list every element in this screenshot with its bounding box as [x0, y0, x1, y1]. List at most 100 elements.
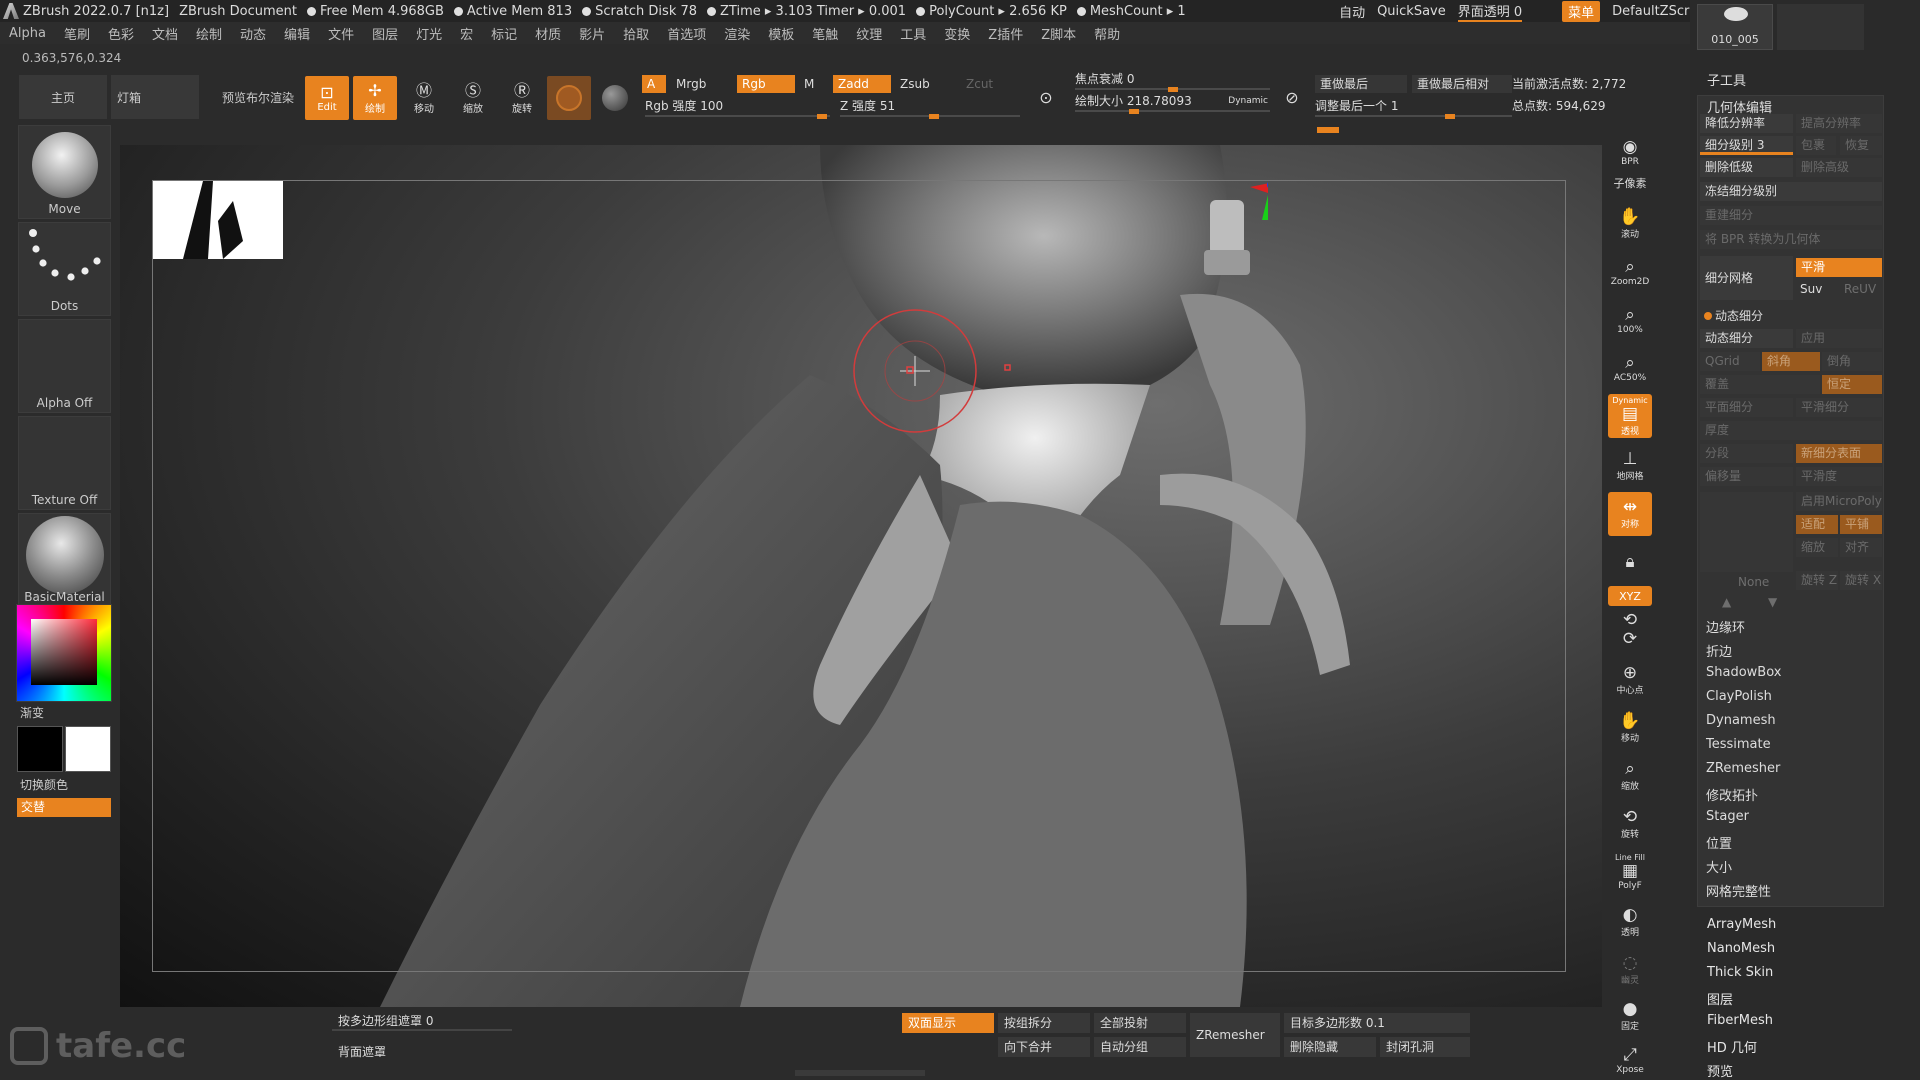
chamfer-toggle[interactable]: 倒角: [1822, 352, 1882, 371]
subpixel-button[interactable]: 子像素: [1608, 172, 1652, 194]
menu-macro[interactable]: 宏: [451, 24, 482, 43]
adjust-last-slider[interactable]: 调整最后一个 1: [1315, 97, 1512, 119]
claypolish-item[interactable]: ClayPolish: [1706, 689, 1772, 704]
brush-selector[interactable]: Move: [18, 125, 111, 219]
position-item[interactable]: 位置: [1706, 833, 1732, 852]
reconstruct-sdiv-button[interactable]: 重建细分: [1700, 206, 1882, 225]
menu-preferences[interactable]: 首选项: [658, 24, 715, 43]
dynamesh-item[interactable]: Dynamesh: [1706, 713, 1776, 728]
draw-button[interactable]: ✢ 绘制: [353, 76, 397, 120]
arraymesh-item[interactable]: ArrayMesh: [1707, 917, 1776, 932]
scale-mode-button[interactable]: Ⓢ 缩放: [451, 76, 495, 120]
fit-toggle[interactable]: 适配: [1796, 515, 1838, 534]
menu-alpha[interactable]: Alpha: [0, 26, 55, 41]
alpha-selector[interactable]: Alpha Off: [18, 319, 111, 413]
zoom-view-button[interactable]: ⌕ 缩放: [1608, 754, 1652, 798]
backface-mask-button[interactable]: 背面遮罩: [332, 1042, 442, 1062]
crease-item[interactable]: 折边: [1706, 641, 1732, 660]
zremesher-item[interactable]: ZRemesher: [1706, 761, 1780, 776]
canvas-viewport[interactable]: [120, 145, 1602, 1007]
cage-button[interactable]: 包裹: [1796, 136, 1836, 155]
xpose-button[interactable]: ⤢ Xpose: [1608, 1038, 1652, 1080]
rotate-x-slider[interactable]: 旋转 X: [1840, 571, 1882, 590]
rotate-view-button[interactable]: ⟲ 旋转: [1608, 802, 1652, 846]
stroke-selector[interactable]: Dots: [18, 222, 111, 316]
mrgb-toggle[interactable]: Mrgb: [671, 75, 721, 93]
preview-item[interactable]: 预览: [1707, 1061, 1733, 1080]
thumbnail-slot[interactable]: [1777, 4, 1864, 50]
slider-knob[interactable]: [1445, 114, 1455, 119]
menu-zplugin[interactable]: Z插件: [979, 24, 1032, 43]
auto-groups-button[interactable]: 自动分组: [1094, 1037, 1186, 1057]
menu-movie[interactable]: 影片: [570, 24, 614, 43]
close-holes-button[interactable]: 封闭孔洞: [1380, 1037, 1470, 1057]
delete-hidden-button[interactable]: 删除隐藏: [1284, 1037, 1376, 1057]
solo-button[interactable]: ● 固定: [1608, 994, 1652, 1038]
menu-picker[interactable]: 拾取: [614, 24, 658, 43]
shade-mode-button[interactable]: [593, 76, 637, 120]
divide-button[interactable]: 细分网格: [1700, 256, 1793, 300]
micropoly-preview[interactable]: [1700, 492, 1793, 572]
rgb-toggle[interactable]: Rgb: [737, 75, 795, 93]
actual-size-button[interactable]: ⌕ 100%: [1608, 298, 1652, 342]
menu-light[interactable]: 灯光: [407, 24, 451, 43]
quicksave-button[interactable]: QuickSave: [1377, 4, 1446, 19]
menu-file[interactable]: 文件: [319, 24, 363, 43]
auto-save-toggle[interactable]: 自动: [1339, 2, 1365, 21]
subtool-thumbnail[interactable]: 010_005: [1697, 4, 1773, 50]
perspective-button[interactable]: Dynamic ▤ 透视: [1608, 394, 1652, 438]
color-picker-square[interactable]: [31, 619, 97, 685]
z-intensity-slider[interactable]: Z 强度 51: [840, 97, 1020, 119]
color-picker[interactable]: [16, 604, 112, 702]
zintensity-icon-button[interactable]: ⊘: [1275, 76, 1309, 120]
shadowbox-item[interactable]: ShadowBox: [1706, 665, 1781, 680]
menu-dynamics[interactable]: 动态: [231, 24, 275, 43]
bpr-to-geo-button[interactable]: 将 BPR 转换为几何体: [1700, 230, 1882, 249]
target-polygons-slider[interactable]: 目标多边形数 0.1: [1284, 1013, 1470, 1033]
ui-transparency-slider[interactable]: 界面透明 0: [1457, 1, 1523, 22]
polygroup-mask-slider[interactable]: 按多边形组遮罩 0: [332, 1011, 512, 1031]
rgb-intensity-slider[interactable]: Rgb 强度 100: [645, 97, 830, 119]
zoom2d-button[interactable]: ⌕ Zoom2D: [1608, 250, 1652, 294]
alternate-button[interactable]: 交替: [17, 798, 111, 817]
merge-down-button[interactable]: 向下合并: [998, 1037, 1090, 1057]
move-view-button[interactable]: ✋ 移动: [1608, 706, 1652, 750]
slider-knob[interactable]: [817, 114, 827, 119]
menu-material[interactable]: 材质: [526, 24, 570, 43]
lock-button[interactable]: 🔒︎锁定: [1608, 540, 1652, 584]
m-toggle[interactable]: M: [799, 75, 821, 93]
menu-zscript[interactable]: Z脚本: [1032, 24, 1085, 43]
lower-res-button[interactable]: 降低分辨率: [1700, 114, 1793, 133]
lightbox-button[interactable]: 灯箱: [111, 75, 199, 119]
offset-slider[interactable]: 偏移量: [1700, 467, 1793, 486]
home-button[interactable]: 主页: [19, 75, 107, 119]
arrow-up-icon[interactable]: ▲: [1722, 595, 1731, 609]
nanomesh-item[interactable]: NanoMesh: [1707, 941, 1775, 956]
project-all-button[interactable]: 全部投射: [1094, 1013, 1186, 1033]
segments-slider[interactable]: 分段: [1700, 444, 1793, 463]
slider-knob[interactable]: [1129, 109, 1139, 114]
rstr-button[interactable]: 恢复: [1840, 136, 1882, 155]
group-split-button[interactable]: 按组拆分: [998, 1013, 1090, 1033]
thickness-slider[interactable]: 厚度: [1700, 421, 1882, 440]
switch-color-button[interactable]: 切换颜色: [20, 776, 68, 793]
menu-brush[interactable]: 笔刷: [55, 24, 99, 43]
secondary-color-swatch[interactable]: [17, 726, 63, 772]
zsub-toggle[interactable]: Zsub: [895, 75, 945, 93]
arrow-down-icon[interactable]: ▼: [1768, 595, 1777, 609]
menu-marker[interactable]: 标记: [482, 24, 526, 43]
scroll-button[interactable]: ✋ 滚动: [1608, 202, 1652, 246]
coverage-slider[interactable]: 覆盖: [1700, 375, 1820, 394]
focal-shift-slider[interactable]: 焦点衰减 0: [1075, 70, 1270, 92]
menu-layer[interactable]: 图层: [363, 24, 407, 43]
dynamic-label[interactable]: Dynamic: [1228, 92, 1268, 110]
menu-color[interactable]: 色彩: [99, 24, 143, 43]
slider-knob[interactable]: [929, 114, 939, 119]
move-mode-button[interactable]: Ⓜ 移动: [402, 76, 446, 120]
modify-topology-item[interactable]: 修改拓扑: [1706, 785, 1758, 804]
half-size-button[interactable]: ⌕ AC50%: [1608, 346, 1652, 390]
material-mode-button[interactable]: [547, 76, 591, 120]
subtool-header[interactable]: 子工具: [1707, 70, 1746, 89]
smooth-subdiv-slider[interactable]: 平滑细分: [1796, 398, 1882, 417]
replay-last-button[interactable]: 重做最后: [1315, 75, 1407, 93]
